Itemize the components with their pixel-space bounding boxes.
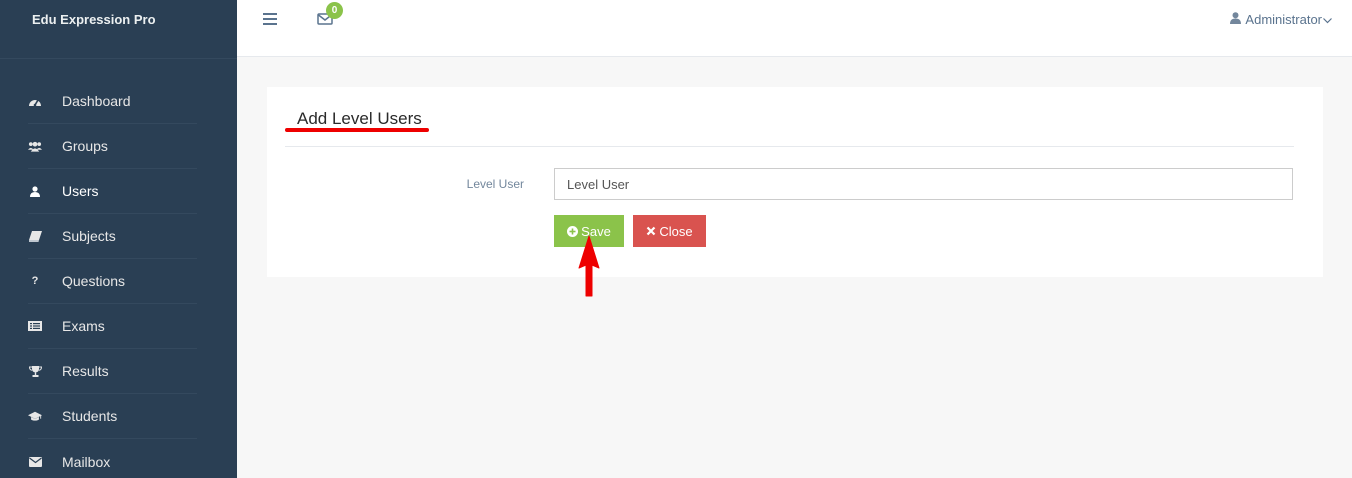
menu-toggle-icon[interactable] (263, 13, 277, 25)
user-icon (1230, 12, 1242, 27)
sidebar-item-users[interactable]: Users (28, 169, 197, 214)
exam-list-icon (28, 319, 42, 333)
level-user-input[interactable] (554, 168, 1293, 200)
sidebar-item-label: Subjects (62, 228, 116, 244)
sidebar-item-label: Users (62, 183, 99, 199)
sidebar-item-label: Questions (62, 273, 126, 289)
sidebar-item-subjects[interactable]: Subjects (28, 214, 197, 259)
envelope-icon (28, 455, 42, 469)
add-level-user-panel: Add Level Users Level User Save Close (267, 87, 1323, 277)
title-divider (285, 146, 1294, 147)
app-title[interactable]: Edu Expression Pro (0, 0, 237, 59)
graduation-cap-icon (28, 409, 42, 423)
sidebar-menu: Dashboard Groups Users Subjects ? Questi… (0, 79, 237, 478)
level-user-label: Level User (466, 177, 524, 191)
mail-count-badge: 0 (326, 2, 343, 19)
dashboard-icon (28, 94, 42, 108)
sidebar-item-label: Mailbox (62, 453, 111, 470)
chevron-down-icon (1323, 12, 1332, 27)
sidebar-item-label: Dashboard (62, 93, 131, 109)
sidebar-item-dashboard[interactable]: Dashboard (28, 79, 197, 124)
sidebar-item-label: Groups (62, 138, 108, 154)
sidebar-item-label: Exams (62, 318, 105, 334)
sidebar-item-students[interactable]: Students (28, 394, 197, 439)
annotation-arrow-icon (578, 235, 600, 297)
groups-icon (28, 139, 42, 153)
trophy-icon (28, 364, 42, 378)
page-title: Add Level Users (297, 109, 422, 128)
sidebar-item-results[interactable]: Results (28, 349, 197, 394)
book-icon (28, 229, 42, 243)
sidebar-item-mailbox[interactable]: Mailbox (28, 439, 197, 478)
close-icon (646, 226, 656, 236)
question-icon: ? (31, 275, 39, 287)
sidebar-item-label: Results (62, 363, 109, 379)
sidebar-item-label: Students (62, 408, 118, 424)
user-icon (28, 184, 42, 198)
sidebar-item-groups[interactable]: Groups (28, 124, 197, 169)
user-name: Administrator (1245, 12, 1322, 27)
close-button-label: Close (659, 223, 693, 239)
sidebar-item-questions[interactable]: ? Questions (28, 259, 197, 304)
plus-circle-icon (567, 225, 579, 237)
sidebar-item-exams[interactable]: Exams (28, 304, 197, 349)
close-button[interactable]: Close (633, 215, 706, 247)
annotation-underline (285, 128, 429, 132)
user-menu[interactable]: Administrator (1230, 12, 1332, 27)
sidebar: Edu Expression Pro Dashboard Groups User… (0, 0, 237, 478)
top-navbar: 0 Administrator (237, 0, 1352, 57)
